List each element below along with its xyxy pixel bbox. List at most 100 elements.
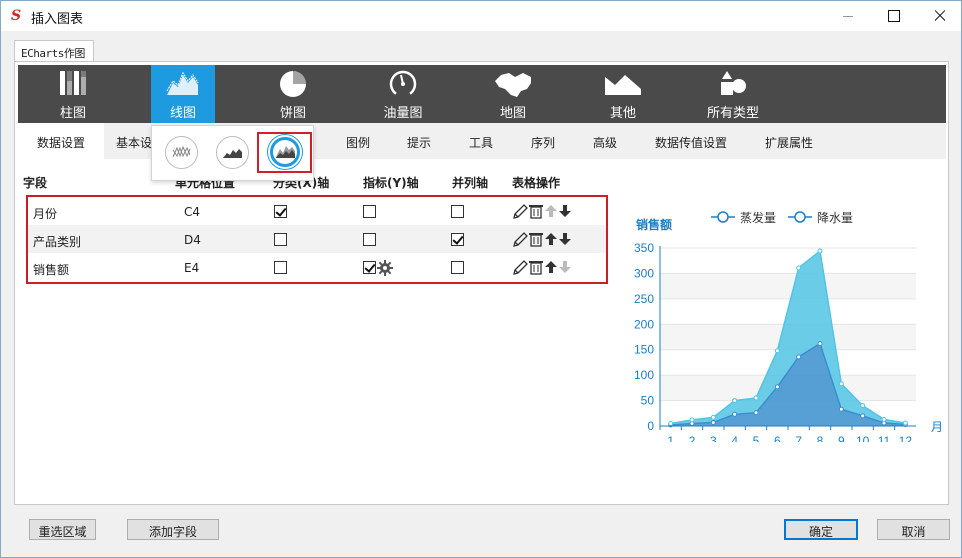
reselect-range-button[interactable]: 重选区域 xyxy=(29,519,96,540)
app-logo-icon: S xyxy=(11,8,22,24)
x-tick-label: 12 xyxy=(899,434,913,442)
line-chart-icon xyxy=(166,71,199,95)
tab-echarts[interactable]: ECharts作图 xyxy=(14,40,94,62)
tab-extended-properties[interactable]: 扩展属性 xyxy=(759,123,819,159)
x-tick-label: 11 xyxy=(878,434,891,442)
chart-type-label: 所有类型 xyxy=(706,106,759,121)
cancel-button[interactable]: 取消 xyxy=(877,519,950,540)
data-point xyxy=(860,413,866,419)
header-table-ops: 表格操作 xyxy=(512,176,561,190)
gauge-icon xyxy=(389,70,417,98)
chart-type-label: 柱图 xyxy=(59,106,86,121)
chart-type-label: 油量图 xyxy=(383,106,423,121)
chart-type-map[interactable]: 地图 xyxy=(481,65,545,123)
subtype-line-basic[interactable] xyxy=(165,136,198,169)
area-icon xyxy=(223,149,242,158)
data-point xyxy=(860,403,866,409)
chart-type-label: 饼图 xyxy=(279,106,306,121)
map-icon xyxy=(495,73,531,97)
bar-chart-icon xyxy=(60,71,86,95)
header-parallel-axis: 并列轴 xyxy=(452,176,489,190)
title-bar: S 插入图表 xyxy=(1,1,961,31)
legend-label: 蒸发量 xyxy=(740,210,776,225)
data-point xyxy=(796,265,802,271)
other-chart-icon xyxy=(605,75,641,95)
x-tick-label: 4 xyxy=(731,434,738,442)
data-point xyxy=(753,395,759,401)
x-tick-label: 10 xyxy=(856,434,870,442)
data-point xyxy=(817,341,823,347)
data-point xyxy=(689,417,695,423)
data-point xyxy=(710,414,716,420)
x-tick-label: 8 xyxy=(817,434,824,442)
tab-basic-settings[interactable]: 基本设 xyxy=(116,123,156,159)
x-tick-label: 6 xyxy=(774,434,781,442)
data-point xyxy=(838,406,844,412)
tab-legend[interactable]: 图例 xyxy=(340,123,376,159)
data-point xyxy=(774,348,780,354)
chart-type-label: 线图 xyxy=(169,106,196,121)
y-tick-label: 150 xyxy=(634,343,654,357)
data-point xyxy=(902,420,908,426)
data-point xyxy=(796,354,802,360)
x-tick-label: 1 xyxy=(667,434,674,442)
tab-tools[interactable]: 工具 xyxy=(463,123,499,159)
data-point xyxy=(817,248,823,254)
chart-type-line[interactable]: 线图 xyxy=(151,65,215,123)
chart-type-toolbar: 柱图 线图 饼图 油量图 地图 其他 所有类型 xyxy=(18,65,946,123)
pie-chart-icon xyxy=(280,71,306,97)
line-basic-icon xyxy=(172,145,191,158)
legend-label: 降水量 xyxy=(817,211,853,225)
data-point xyxy=(753,410,759,416)
add-field-button[interactable]: 添加字段 xyxy=(127,519,219,540)
legend-swatch-marker xyxy=(717,211,729,223)
grid-band xyxy=(660,273,916,299)
chart-type-all[interactable]: 所有类型 xyxy=(701,65,765,123)
chart-type-label: 地图 xyxy=(499,106,526,121)
x-tick-label: 5 xyxy=(753,434,760,442)
y-tick-label: 0 xyxy=(647,419,654,433)
tab-data-settings[interactable]: 数据设置 xyxy=(18,123,104,159)
x-tick-label: 3 xyxy=(710,434,717,442)
chart-type-other[interactable]: 其他 xyxy=(591,65,655,123)
field-highlight-box xyxy=(26,195,608,284)
maximize-button[interactable] xyxy=(871,1,917,31)
ok-button[interactable]: 确定 xyxy=(784,519,858,540)
x-tick-label: 7 xyxy=(795,434,802,442)
chart-preview: 0501001502002503003501 2 3 4 5 6 7 8 9 10 11 12销售额月… xyxy=(634,210,943,442)
data-point xyxy=(732,398,738,404)
data-point xyxy=(774,384,780,390)
minimize-button[interactable] xyxy=(825,1,871,31)
chart-type-pie[interactable]: 饼图 xyxy=(261,65,325,123)
tab-tooltip[interactable]: 提示 xyxy=(401,123,437,159)
insert-chart-dialog: S 插入图表 ECharts作图 柱图 线图 饼图 油量图 地图 其他 所有类型… xyxy=(0,0,962,558)
y-tick-label: 300 xyxy=(634,266,654,280)
data-point xyxy=(710,419,716,425)
subtype-highlight-box xyxy=(257,132,312,173)
tab-advanced[interactable]: 高级 xyxy=(587,123,623,159)
x-tick-label: 2 xyxy=(689,434,696,442)
y-tick-label: 100 xyxy=(634,368,654,382)
y-tick-label: 50 xyxy=(641,394,655,408)
y-tick-label: 200 xyxy=(634,317,654,331)
data-point xyxy=(838,381,844,387)
tab-series[interactable]: 序列 xyxy=(525,123,561,159)
header-y-axis: 指标(Y)轴 xyxy=(363,176,419,190)
x-tick-label: 9 xyxy=(838,434,845,442)
window-title: 插入图表 xyxy=(31,12,84,27)
close-button[interactable] xyxy=(917,1,962,31)
data-point xyxy=(881,416,887,422)
all-types-icon xyxy=(721,71,746,95)
y-tick-label: 250 xyxy=(634,292,654,306)
chart-type-bar[interactable]: 柱图 xyxy=(41,65,105,123)
x-axis-title: 月 xyxy=(931,420,943,434)
chart-type-label: 其他 xyxy=(609,106,636,121)
data-point xyxy=(732,411,738,417)
header-field: 字段 xyxy=(23,176,48,190)
tab-data-passing[interactable]: 数据传值设置 xyxy=(648,123,734,159)
subtype-area[interactable] xyxy=(216,136,249,169)
y-axis-title: 销售额 xyxy=(636,217,672,232)
y-tick-label: 350 xyxy=(634,241,654,255)
chart-type-gauge[interactable]: 油量图 xyxy=(371,65,435,123)
data-point xyxy=(668,420,674,426)
